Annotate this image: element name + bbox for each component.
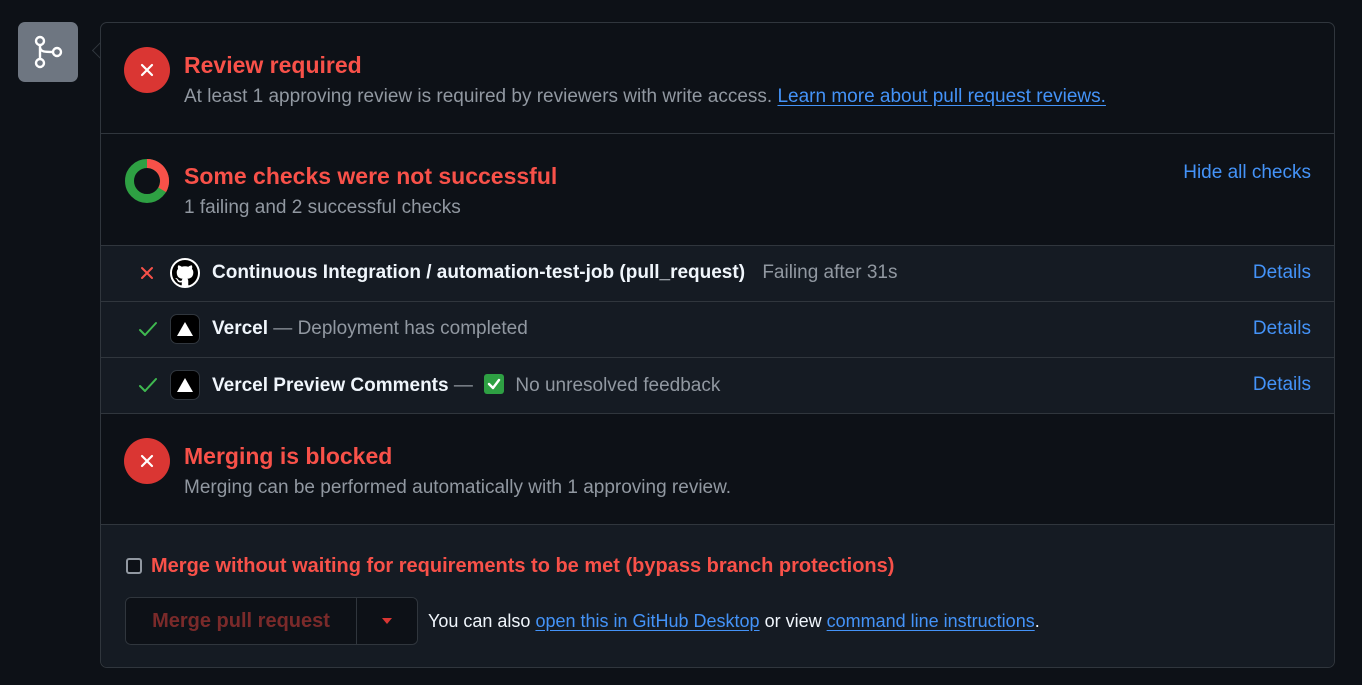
merge-footer: Merge without waiting for requirements t… (101, 525, 1334, 667)
check-separator: — (453, 375, 473, 396)
hide-all-checks-link[interactable]: Hide all checks (1183, 162, 1311, 184)
github-icon (170, 258, 200, 288)
checks-donut-icon (124, 158, 170, 204)
check-text: Vercel — Deployment has completed (212, 318, 528, 340)
check-row: Continuous Integration / automation-test… (101, 246, 1334, 302)
check-detail: Failing after 31s (762, 262, 898, 283)
merge-status-panel: Review required At least 1 approving rev… (100, 22, 1335, 668)
check-icon (138, 320, 157, 338)
learn-more-link[interactable]: Learn more about pull request reviews. (777, 86, 1105, 107)
vercel-icon (170, 314, 200, 344)
check-detail: No unresolved feedback (515, 375, 721, 396)
merge-pull-request-button[interactable]: Merge pull request (126, 598, 357, 644)
bypass-checkbox[interactable] (126, 558, 142, 574)
alternative-options-text: You can also open this in GitHub Desktop… (428, 611, 1040, 631)
command-line-instructions-link[interactable]: command line instructions (827, 611, 1035, 631)
review-required-subtitle: At least 1 approving review is required … (184, 86, 1106, 107)
x-icon (138, 264, 156, 282)
check-name: Continuous Integration / automation-test… (212, 262, 746, 283)
details-link[interactable]: Details (1253, 318, 1311, 340)
check-row: Vercel — Deployment has completed Detail… (101, 302, 1334, 358)
check-name: Vercel Preview Comments (212, 375, 449, 396)
triangle-down-icon (382, 618, 392, 624)
merging-blocked-section: Merging is blocked Merging can be perfor… (101, 414, 1334, 525)
check-text: Vercel Preview Comments — No unresolved … (212, 374, 720, 397)
check-name: Vercel (212, 318, 268, 339)
bypass-label[interactable]: Merge without waiting for requirements t… (151, 555, 894, 578)
checks-title: Some checks were not successful (184, 163, 558, 189)
merge-button-group: Merge pull request (125, 597, 418, 645)
x-circle-icon (124, 47, 170, 93)
check-row: Vercel Preview Comments — No unresolved … (101, 358, 1334, 414)
checks-subtitle: 1 failing and 2 successful checks (184, 197, 461, 218)
merge-options-dropdown[interactable] (357, 598, 417, 644)
check-text: Continuous Integration / automation-test… (212, 262, 898, 284)
git-merge-icon (18, 22, 78, 82)
details-link[interactable]: Details (1253, 374, 1311, 396)
x-circle-icon (124, 438, 170, 484)
merging-blocked-subtitle: Merging can be performed automatically w… (184, 477, 732, 498)
check-separator: — (273, 318, 293, 339)
vercel-icon (170, 370, 200, 400)
review-required-title: Review required (184, 52, 362, 78)
details-link[interactable]: Details (1253, 262, 1311, 284)
white-check-mark-icon (484, 374, 505, 394)
checks-summary-section: Some checks were not successful 1 failin… (101, 134, 1334, 246)
review-required-section: Review required At least 1 approving rev… (101, 23, 1334, 134)
github-desktop-link[interactable]: open this in GitHub Desktop (535, 611, 759, 631)
merging-blocked-title: Merging is blocked (184, 443, 393, 469)
check-detail: Deployment has completed (297, 318, 528, 339)
check-icon (138, 376, 157, 394)
